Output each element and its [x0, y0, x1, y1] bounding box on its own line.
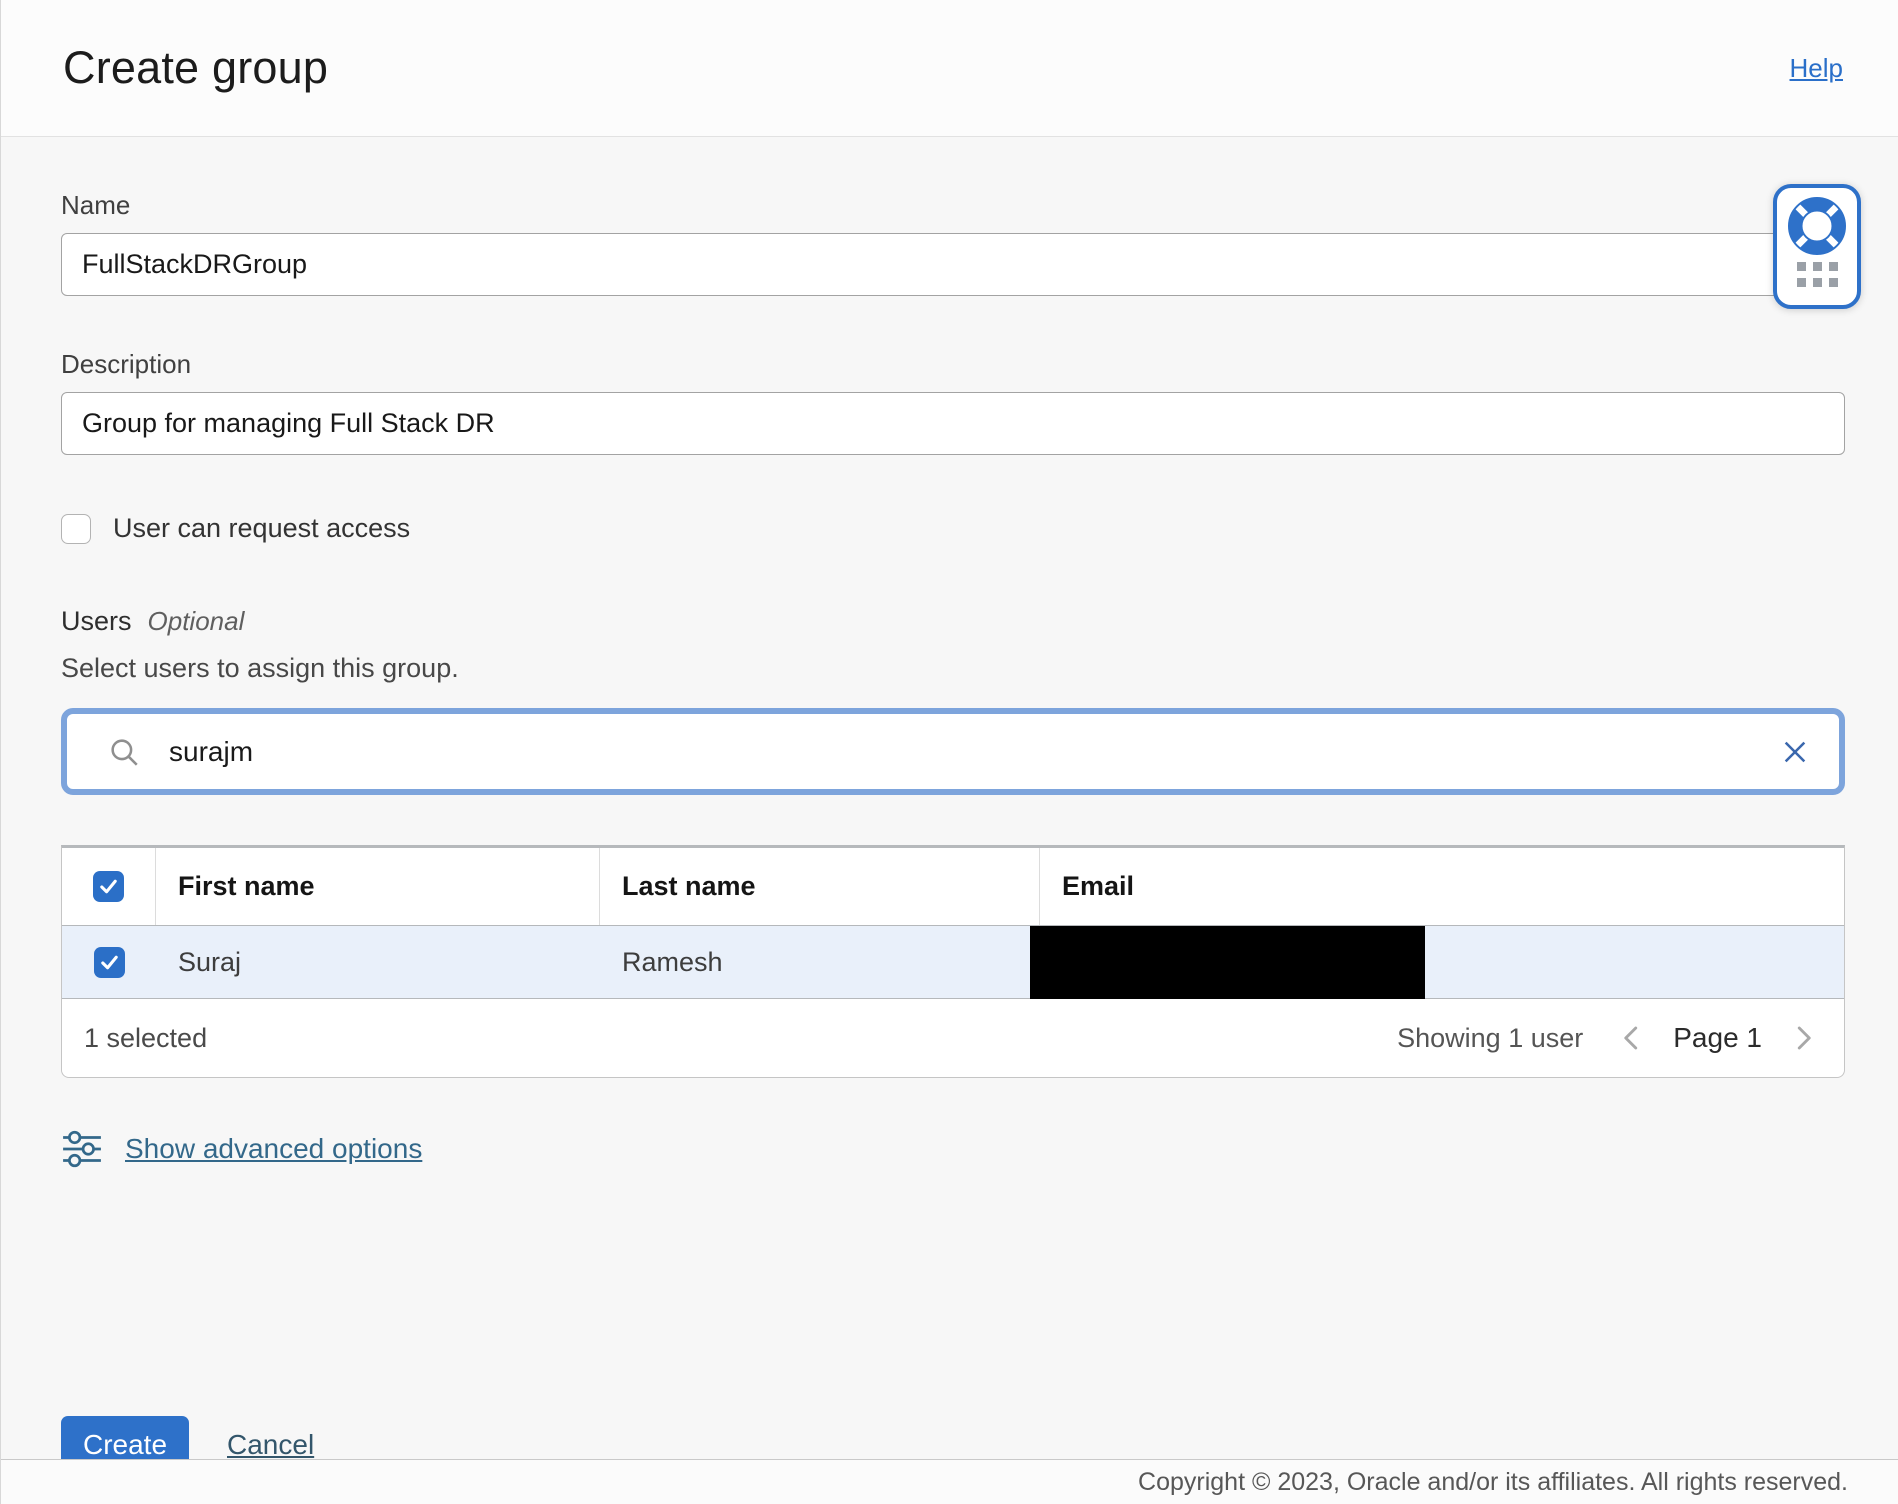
table-header-row: First name Last name Email [62, 848, 1844, 926]
page-title: Create group [63, 42, 328, 94]
dialog-body: Name Description User can request access… [1, 189, 1898, 1474]
app-grid-icon[interactable] [1797, 262, 1838, 287]
users-hint: Select users to assign this group. [61, 653, 1845, 684]
search-input[interactable] [169, 736, 1779, 768]
showing-count: Showing 1 user [1397, 1023, 1583, 1054]
clear-search-icon[interactable] [1779, 736, 1811, 768]
description-label: Description [61, 348, 1845, 380]
request-access-checkbox[interactable] [61, 514, 91, 544]
cell-last-name: Ramesh [622, 947, 723, 978]
check-icon [97, 875, 120, 898]
select-all-checkbox[interactable] [93, 871, 124, 902]
users-table: First name Last name Email Suraj Ramesh … [61, 845, 1845, 1078]
chevron-right-icon[interactable] [1788, 1023, 1818, 1053]
column-header-first-name[interactable]: First name [178, 871, 315, 902]
search-icon [107, 735, 141, 769]
users-section-header: Users Optional [61, 606, 1845, 637]
email-redaction-box [1030, 926, 1425, 999]
page-indicator: Page 1 [1673, 1022, 1762, 1054]
cancel-link[interactable]: Cancel [227, 1429, 314, 1461]
check-icon [98, 951, 121, 974]
help-widget[interactable] [1773, 184, 1861, 309]
user-search-box [61, 708, 1845, 795]
description-input[interactable] [61, 392, 1845, 455]
table-footer: 1 selected Showing 1 user Page 1 [62, 999, 1844, 1077]
life-ring-icon[interactable] [1788, 197, 1846, 255]
name-input[interactable] [61, 233, 1845, 296]
cell-email [1040, 926, 1844, 998]
dialog-header: Create group Help [1, 0, 1898, 137]
copyright-text: Copyright © 2023, Oracle and/or its affi… [1138, 1468, 1848, 1497]
request-access-row: User can request access [61, 513, 1845, 544]
pagination: Showing 1 user Page 1 [1397, 1022, 1818, 1054]
cell-first-name: Suraj [178, 947, 241, 978]
name-label: Name [61, 189, 1845, 221]
users-optional-label: Optional [148, 606, 245, 637]
chevron-left-icon[interactable] [1617, 1023, 1647, 1053]
selected-count: 1 selected [84, 1023, 207, 1054]
show-advanced-options-link[interactable]: Show advanced options [125, 1133, 422, 1165]
advanced-options-row: Show advanced options [61, 1128, 1845, 1170]
sliders-icon [61, 1128, 103, 1170]
users-label: Users [61, 606, 132, 637]
request-access-label: User can request access [113, 513, 410, 544]
page-footer: Copyright © 2023, Oracle and/or its affi… [1, 1459, 1898, 1504]
row-checkbox[interactable] [94, 947, 125, 978]
column-header-last-name[interactable]: Last name [622, 871, 756, 902]
table-row[interactable]: Suraj Ramesh [62, 926, 1844, 999]
column-header-email[interactable]: Email [1062, 871, 1134, 902]
help-link[interactable]: Help [1790, 53, 1843, 84]
